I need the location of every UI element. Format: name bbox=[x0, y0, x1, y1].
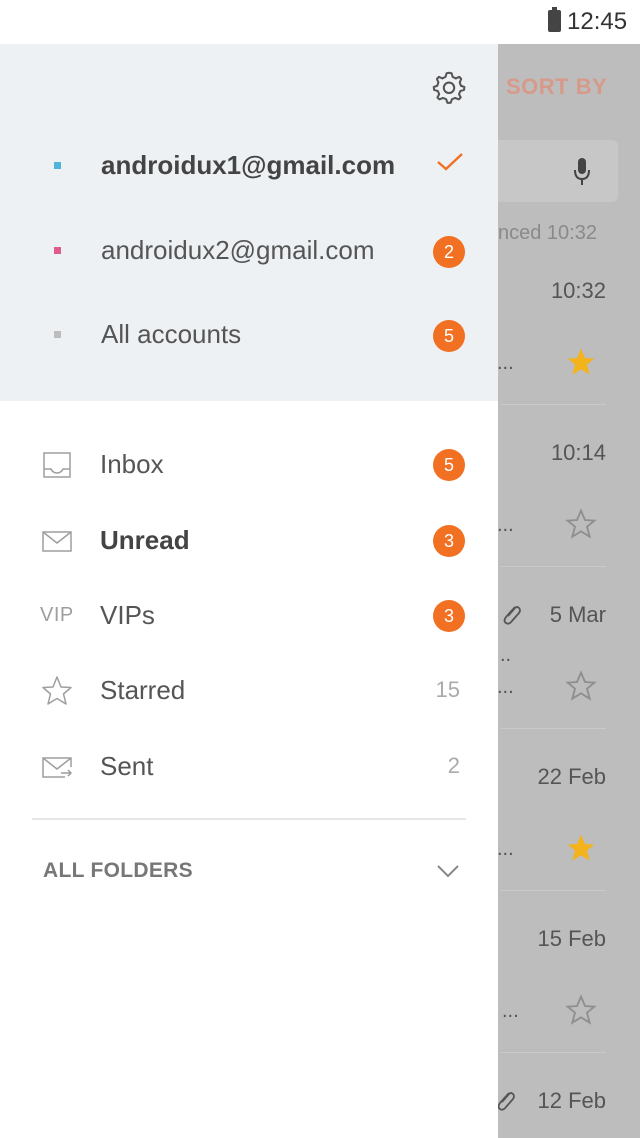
folder-item-unread[interactable]: Unread 3 bbox=[0, 509, 498, 573]
folder-count: 2 bbox=[447, 753, 460, 778]
accounts-section: androidux1@gmail.com androidux2@gmail.co… bbox=[0, 44, 498, 401]
folder-item-sent[interactable]: Sent 2 bbox=[0, 735, 498, 799]
account-item-androidux1[interactable]: androidux1@gmail.com bbox=[0, 136, 498, 196]
email-preview-ellipsis: ... bbox=[497, 514, 514, 536]
unread-count-badge: 2 bbox=[433, 236, 465, 268]
attachment-icon bbox=[503, 606, 521, 625]
status-bar: 12:45 bbox=[0, 0, 640, 44]
email-preview-ellipsis: ... bbox=[497, 676, 514, 698]
envelope-icon bbox=[42, 531, 72, 552]
account-item-all-accounts[interactable]: All accounts 5 bbox=[0, 305, 498, 365]
folder-label: Starred bbox=[100, 675, 186, 705]
all-folders-toggle[interactable]: ALL FOLDERS bbox=[43, 859, 193, 883]
email-preview-ellipsis: ... bbox=[497, 838, 514, 860]
divider bbox=[500, 566, 606, 567]
divider bbox=[500, 404, 606, 405]
mic-icon[interactable] bbox=[574, 156, 590, 188]
sort-by-button[interactable]: SORT BY bbox=[506, 74, 607, 100]
folder-item-inbox[interactable]: Inbox 5 bbox=[0, 433, 498, 497]
divider bbox=[500, 728, 606, 729]
battery-icon bbox=[548, 7, 561, 32]
divider bbox=[32, 818, 466, 820]
email-time: 5 Mar bbox=[549, 602, 606, 627]
divider bbox=[500, 890, 606, 891]
star-filled-icon[interactable] bbox=[565, 346, 597, 378]
divider bbox=[500, 1052, 606, 1053]
folder-label: Inbox bbox=[100, 449, 164, 479]
email-preview-ellipsis: ... bbox=[502, 1000, 519, 1022]
vip-icon: VIP bbox=[40, 604, 74, 626]
inbox-icon bbox=[43, 452, 71, 478]
unread-count-badge: 5 bbox=[433, 449, 465, 481]
star-outline-icon[interactable] bbox=[565, 670, 597, 702]
star-icon bbox=[42, 676, 72, 705]
email-time: 22 Feb bbox=[537, 764, 607, 789]
check-icon bbox=[437, 153, 463, 171]
email-preview-ellipsis: .. bbox=[500, 644, 512, 666]
star-outline-icon[interactable] bbox=[565, 994, 597, 1026]
email-time: 10:32 bbox=[550, 278, 606, 303]
email-preview-ellipsis: ... bbox=[497, 352, 514, 374]
unread-count-badge: 3 bbox=[433, 525, 465, 557]
account-item-androidux2[interactable]: androidux2@gmail.com 2 bbox=[0, 221, 498, 281]
folder-item-starred[interactable]: Starred 15 bbox=[0, 659, 498, 723]
folder-label: Sent bbox=[100, 751, 154, 781]
navigation-drawer: androidux1@gmail.com androidux2@gmail.co… bbox=[0, 44, 498, 1138]
sync-status: nced 10:32 bbox=[498, 222, 597, 244]
account-label: androidux1@gmail.com bbox=[101, 150, 396, 180]
gear-icon[interactable] bbox=[430, 68, 468, 106]
unread-count-badge: 5 bbox=[433, 320, 465, 352]
email-time: 12 Feb bbox=[537, 1088, 607, 1113]
chevron-down-icon[interactable] bbox=[436, 864, 460, 878]
email-time: 15 Feb bbox=[537, 926, 607, 951]
folder-label: Unread bbox=[100, 525, 190, 555]
account-color-dot bbox=[54, 331, 61, 338]
email-time: 10:14 bbox=[550, 440, 606, 465]
star-filled-icon[interactable] bbox=[565, 832, 597, 864]
folder-label: VIPs bbox=[100, 600, 155, 630]
account-label: androidux2@gmail.com bbox=[101, 235, 375, 265]
folder-item-vips[interactable]: VIP VIPs 3 bbox=[0, 584, 498, 648]
folder-count: 15 bbox=[435, 677, 460, 702]
account-label: All accounts bbox=[101, 319, 242, 349]
star-outline-icon[interactable] bbox=[565, 508, 597, 540]
unread-count-badge: 3 bbox=[433, 600, 465, 632]
sent-icon bbox=[42, 757, 73, 778]
account-color-dot bbox=[54, 247, 61, 254]
status-time: 12:45 bbox=[567, 8, 628, 35]
account-color-dot bbox=[54, 162, 61, 169]
